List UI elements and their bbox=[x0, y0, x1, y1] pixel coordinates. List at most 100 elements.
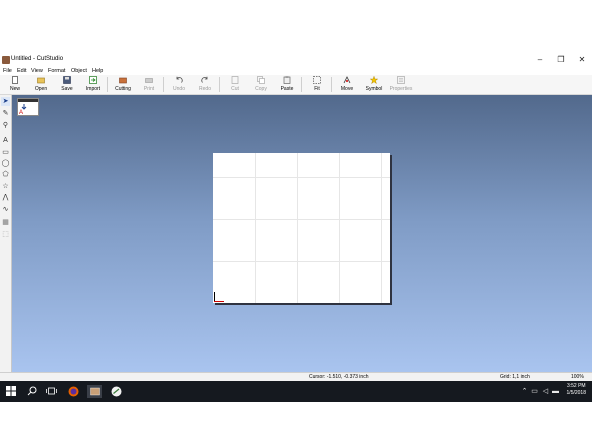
menu-edit[interactable]: Edit bbox=[17, 68, 26, 74]
paste-icon bbox=[283, 76, 291, 84]
fit-to-window-icon bbox=[313, 76, 321, 84]
paste-label: Paste bbox=[280, 86, 294, 92]
menu-object[interactable]: Object bbox=[71, 68, 87, 74]
scissors-icon bbox=[231, 76, 239, 84]
text-tool-icon[interactable]: A bbox=[1, 136, 10, 145]
clock-date: 1/5/2018 bbox=[566, 390, 586, 396]
search-icon[interactable] bbox=[25, 385, 38, 398]
toolbar-separator bbox=[301, 77, 302, 92]
origin-marker-x bbox=[214, 301, 224, 302]
grid-line bbox=[213, 219, 390, 220]
new-document-icon bbox=[11, 76, 19, 84]
redo-button[interactable]: Redo bbox=[192, 75, 218, 94]
drawing-canvas[interactable]: A bbox=[12, 95, 592, 372]
toolbar-separator bbox=[219, 77, 220, 92]
rectangle-tool-icon[interactable]: ▭ bbox=[1, 148, 10, 157]
properties-icon bbox=[397, 76, 405, 84]
redo-icon bbox=[201, 76, 209, 84]
new-button[interactable]: New bbox=[2, 75, 28, 94]
toolbar-separator bbox=[163, 77, 164, 92]
cutting-sheet[interactable] bbox=[213, 153, 390, 303]
menu-help[interactable]: Help bbox=[92, 68, 103, 74]
fill-tool-icon[interactable]: ▦ bbox=[1, 218, 10, 227]
star-tool-icon[interactable]: ☆ bbox=[1, 182, 10, 191]
select-arrow-tool-icon[interactable]: ➤ bbox=[1, 97, 10, 106]
page-navigator-thumbnail[interactable]: A bbox=[17, 98, 39, 116]
screenshot-frame: Untitled - CutStudio – ❐ ✕ File Edit Vie… bbox=[0, 51, 592, 402]
undo-button[interactable]: Undo bbox=[166, 75, 192, 94]
pinned-app-icon[interactable] bbox=[110, 385, 123, 398]
cut-button[interactable]: Cut bbox=[222, 75, 248, 94]
grid-size: Grid: 1,1 inch bbox=[500, 374, 530, 380]
save-label: Save bbox=[61, 86, 73, 92]
system-clock[interactable]: 3:52 PM 1/5/2018 bbox=[567, 383, 586, 397]
paste-button[interactable]: Paste bbox=[274, 75, 300, 94]
print-label: Print bbox=[143, 86, 155, 92]
restore-button[interactable]: ❐ bbox=[555, 55, 567, 65]
fit-label: Fit bbox=[314, 86, 320, 92]
title-bar: Untitled - CutStudio – ❐ ✕ bbox=[0, 51, 592, 68]
symbol-label: Symbol bbox=[365, 86, 383, 92]
symbol-button[interactable]: Symbol bbox=[361, 75, 387, 94]
cutting-label: Cutting bbox=[115, 86, 131, 92]
node-edit-tool-icon[interactable]: ✎ bbox=[1, 109, 10, 118]
open-label: Open bbox=[34, 86, 48, 92]
menu-format[interactable]: Format bbox=[48, 68, 65, 74]
toolbar: New Open Save Import Cutting Print Undo bbox=[0, 75, 592, 95]
freehand-tool-icon[interactable]: ∿ bbox=[1, 205, 10, 214]
open-folder-icon bbox=[37, 76, 45, 84]
move-label: Move bbox=[340, 86, 354, 92]
copy-button[interactable]: Copy bbox=[248, 75, 274, 94]
grid-line bbox=[381, 153, 382, 303]
toolbar-separator bbox=[107, 77, 108, 92]
new-label: New bbox=[9, 86, 20, 92]
windows-taskbar: ⌃ ▭ ◁ ▬ 3:52 PM 1/5/2018 bbox=[0, 381, 592, 402]
cutstudio-app-icon bbox=[2, 56, 10, 64]
cut-label: Cut bbox=[231, 86, 239, 92]
zoom-level: 100% bbox=[571, 374, 584, 380]
ellipse-tool-icon[interactable]: ◯ bbox=[1, 159, 10, 168]
star-symbol-icon bbox=[369, 75, 379, 85]
undo-icon bbox=[175, 76, 183, 84]
redo-label: Redo bbox=[199, 86, 211, 92]
floppy-disk-icon bbox=[63, 76, 71, 84]
close-button[interactable]: ✕ bbox=[576, 55, 588, 65]
windows-start-icon[interactable] bbox=[4, 385, 17, 398]
import-label: Import bbox=[85, 86, 101, 92]
grid-line bbox=[213, 261, 390, 262]
cursor-position: Cursor: -1.510, -0.373 inch bbox=[309, 374, 369, 380]
fit-button[interactable]: Fit bbox=[304, 75, 330, 94]
open-button[interactable]: Open bbox=[28, 75, 54, 94]
minimize-button[interactable]: – bbox=[534, 55, 546, 65]
polyline-tool-icon[interactable]: ⋀ bbox=[1, 193, 10, 202]
cutstudio-taskbar-icon[interactable] bbox=[87, 385, 102, 398]
firefox-icon[interactable] bbox=[67, 385, 80, 398]
zoom-tool-icon[interactable]: ⚲ bbox=[1, 121, 10, 130]
toolbar-separator bbox=[331, 77, 332, 92]
clock-time: 3:52 PM bbox=[566, 383, 586, 389]
grid-line bbox=[255, 153, 256, 303]
move-button[interactable]: Move bbox=[334, 75, 360, 94]
task-view-icon[interactable] bbox=[45, 385, 58, 398]
save-button[interactable]: Save bbox=[54, 75, 80, 94]
import-icon bbox=[89, 76, 97, 84]
polygon-tool-icon[interactable]: ⬠ bbox=[1, 170, 10, 179]
tool-palette: ➤ ✎ ⚲ A ▭ ◯ ⬠ ☆ ⋀ ∿ ▦ ⬚ bbox=[0, 95, 12, 372]
menu-view[interactable]: View bbox=[31, 68, 43, 74]
properties-button[interactable]: Properties bbox=[388, 75, 414, 94]
grid-line bbox=[213, 177, 390, 178]
keyboard-icon[interactable]: ▬ bbox=[549, 385, 562, 398]
printer-icon bbox=[145, 76, 153, 84]
print-button[interactable]: Print bbox=[136, 75, 162, 94]
undo-label: Undo bbox=[173, 86, 185, 92]
cutting-button[interactable]: Cutting bbox=[110, 75, 136, 94]
svg-text:A: A bbox=[19, 110, 23, 115]
grid-line bbox=[339, 153, 340, 303]
copy-label: Copy bbox=[255, 86, 267, 92]
grid-line bbox=[297, 153, 298, 303]
properties-label: Properties bbox=[389, 86, 413, 92]
move-icon bbox=[343, 76, 351, 84]
import-button[interactable]: Import bbox=[80, 75, 106, 94]
grid-tool-icon[interactable]: ⬚ bbox=[1, 230, 10, 239]
menu-file[interactable]: File bbox=[3, 68, 12, 74]
